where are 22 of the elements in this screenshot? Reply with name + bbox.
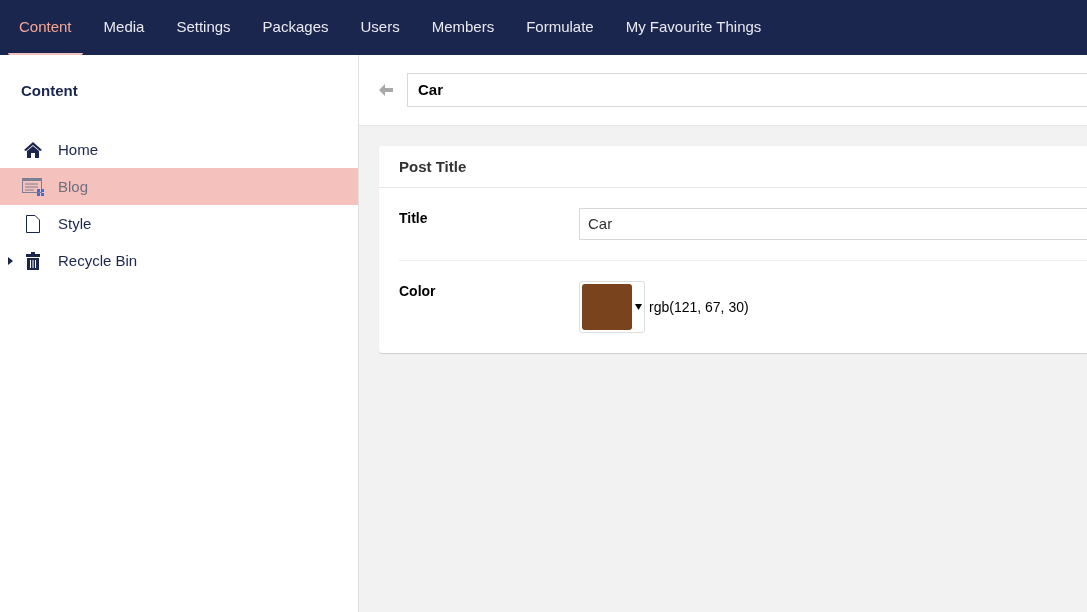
text-field[interactable]: Car: [579, 208, 1087, 240]
color-picker[interactable]: [579, 281, 645, 333]
property-label: Title: [399, 209, 429, 228]
nav-tab[interactable]: Members: [420, 0, 506, 55]
house-icon: [22, 141, 44, 158]
name-field[interactable]: Car: [407, 73, 1087, 107]
list-page-icon: [22, 177, 44, 196]
tree-item[interactable]: Style: [0, 205, 358, 242]
property-label: Color: [399, 282, 437, 301]
nav-tab[interactable]: Media: [92, 0, 156, 55]
nav-tab[interactable]: Users: [349, 0, 411, 55]
nav-tab[interactable]: Formulate: [515, 0, 605, 55]
dropdown-caret-icon: [635, 304, 642, 310]
nav-tab[interactable]: Packages: [251, 0, 340, 55]
nav-tab[interactable]: Settings: [165, 0, 242, 55]
color-value: rgb(121, 67, 30): [649, 299, 749, 315]
tree-item[interactable]: Recycle Bin: [0, 242, 358, 279]
group-title: Post Title: [379, 146, 1087, 188]
expand-caret-icon[interactable]: [8, 256, 13, 265]
sidebar-title: Content: [20, 81, 79, 101]
tree-item[interactable]: Home: [0, 131, 358, 168]
nav-tab[interactable]: My Favourite Things: [614, 0, 773, 55]
